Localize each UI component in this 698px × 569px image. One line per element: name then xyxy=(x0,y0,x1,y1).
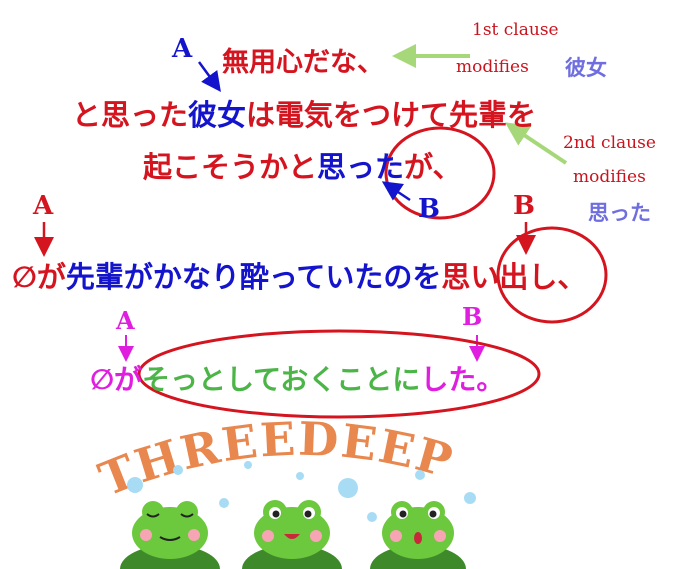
segment-shita: した。 xyxy=(420,363,505,396)
segment-omotta: 思った xyxy=(317,150,405,184)
note-target-kanojo: 彼女 xyxy=(565,56,607,80)
diagram: THREEDEEP A B A B A B 無用心だな、 と思った彼女は電気をつ… xyxy=(0,0,698,569)
segment-sotto: そっとしておくことに xyxy=(141,363,421,396)
segment: は電気をつけて先輩を xyxy=(246,98,537,132)
sentence-line-5: ∅がそっとしておくことにした。 xyxy=(90,358,504,398)
marker-a-2: A xyxy=(33,191,54,221)
sentence-line-3: 起こそうかと思ったが、 xyxy=(143,144,461,186)
note-modifies-1: modifies xyxy=(456,57,529,77)
marker-a-1: A xyxy=(172,34,193,64)
sentence-line-4: ∅が先輩がかなり酔っていたのを思い出し、 xyxy=(12,254,586,296)
sentence-line-2: と思った彼女は電気をつけて先輩を xyxy=(72,92,536,134)
frog-surprised xyxy=(370,501,466,569)
segment-kanojo: 彼女 xyxy=(188,98,247,132)
note-2nd-clause: 2nd clause xyxy=(563,133,656,153)
segment-null-ga: ∅が xyxy=(12,260,66,294)
logo-threedeep: THREEDEEP xyxy=(92,412,460,507)
marker-b-3: B xyxy=(462,302,483,331)
note-target-omotta: 思った xyxy=(588,201,651,225)
segment-omoidashi: 思い出し、 xyxy=(441,260,587,294)
sentence-line-1: 無用心だな、 xyxy=(222,40,384,79)
marker-b-1: B xyxy=(418,194,440,224)
marker-a-3: A xyxy=(116,306,135,335)
segment-null-ga: ∅が xyxy=(90,363,142,396)
segment: と思った xyxy=(72,98,189,132)
frog-sleeping xyxy=(120,501,220,569)
segment: が、 xyxy=(404,150,462,184)
marker-b-2: B xyxy=(513,191,535,221)
note-1st-clause: 1st clause xyxy=(472,20,559,40)
segment: 無用心だな、 xyxy=(222,47,384,78)
green-arrow-2nd-clause xyxy=(505,122,568,165)
note-modifies-2: modifies xyxy=(573,167,646,187)
segment: 起こそうかと xyxy=(143,150,318,184)
arrow-a1 xyxy=(197,61,221,93)
frog-smiling xyxy=(242,500,342,569)
segment: 先輩がかなり酔っていたのを xyxy=(65,260,442,294)
